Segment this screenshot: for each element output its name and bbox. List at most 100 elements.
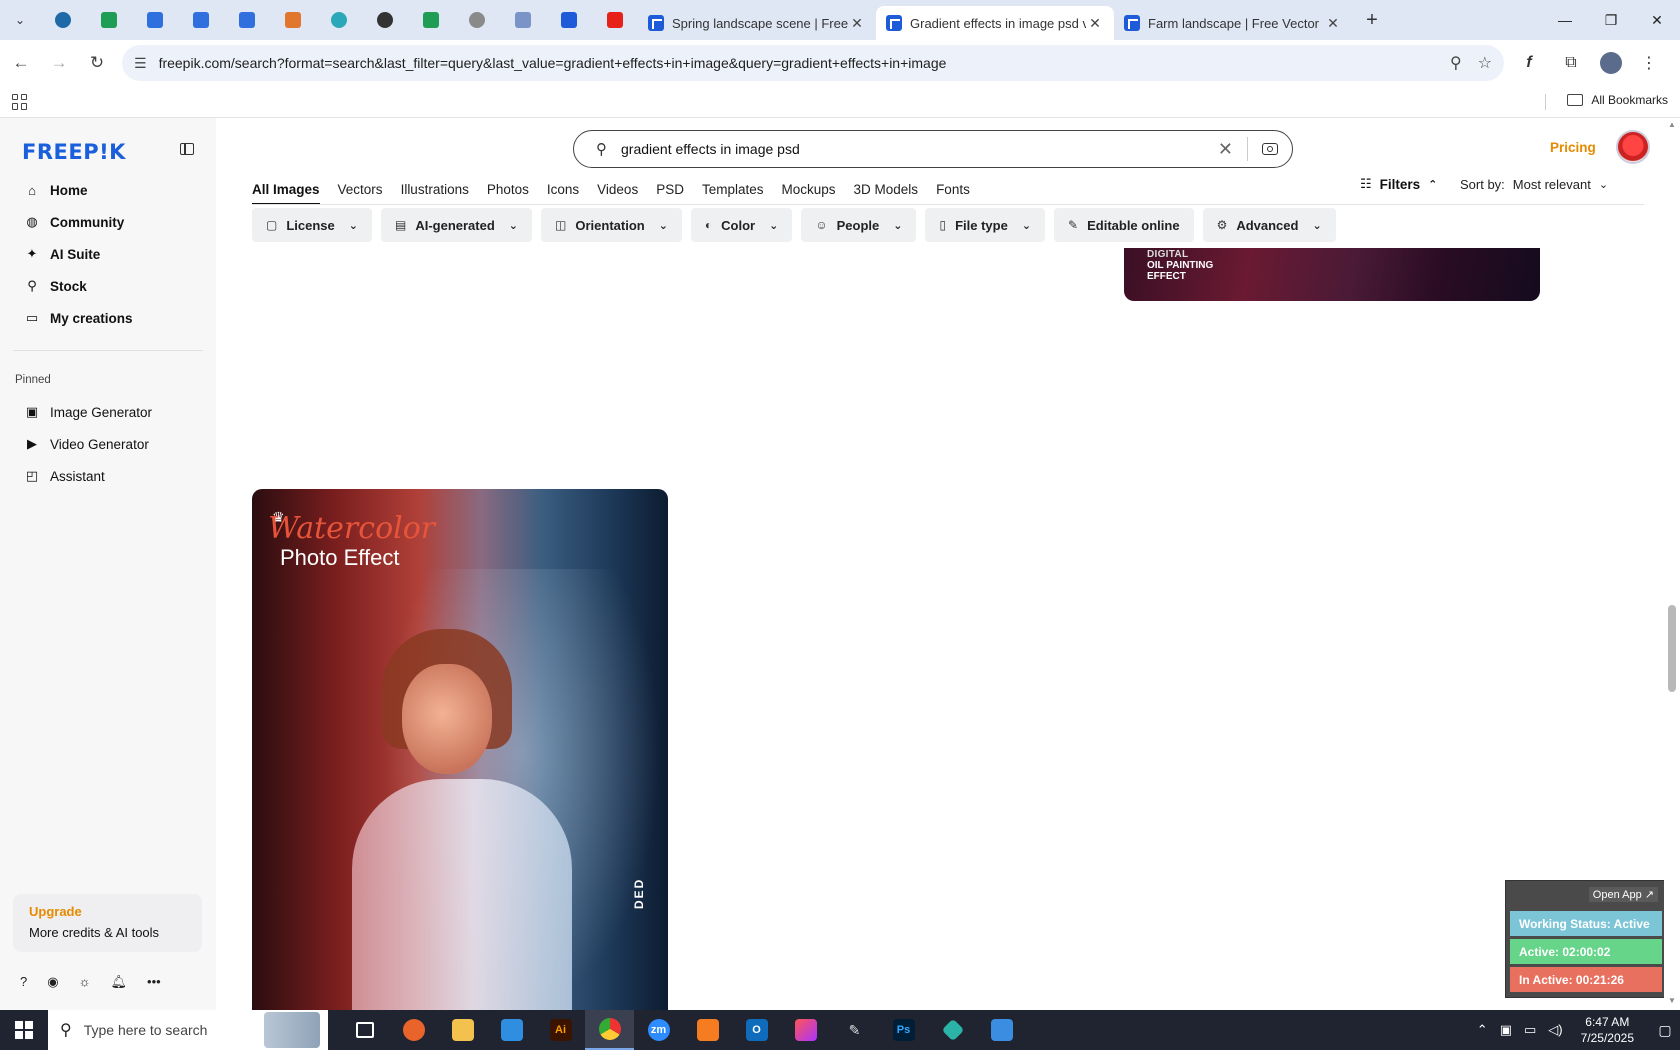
clock[interactable]: 6:47 AM 7/25/2025 [1581,1014,1634,1046]
scroll-down-icon[interactable]: ▼ [1668,996,1676,1005]
pinned-tab-sheets[interactable] [86,0,132,40]
tab-3d-models[interactable]: 3D Models [854,182,919,197]
tray-chevron-icon[interactable]: ⌃ [1477,1022,1488,1038]
pinned-tab-grid[interactable] [270,0,316,40]
chip-advanced[interactable]: ⚙ Advanced ⌄ [1202,208,1336,242]
pinned-tab-docs[interactable] [132,0,178,40]
tab-all-images[interactable]: All Images [252,182,320,205]
discord-icon[interactable]: ◉ [47,974,58,990]
page-scrollbar[interactable]: ▲ ▼ [1664,118,1680,1010]
scrollbar-thumb[interactable] [1668,605,1676,692]
tab-videos[interactable]: Videos [597,182,638,197]
extensions-puzzle-icon[interactable]: ⧉ [1554,46,1588,80]
site-settings-icon[interactable]: ☰ [134,55,147,72]
filters-button[interactable]: ☷ Filters ⌃ [1360,176,1437,192]
sidebar-item-home[interactable]: ⌂ Home [14,174,204,206]
pinned-tab-openai[interactable] [362,0,408,40]
chip-license[interactable]: ▢ License ⌄ [252,208,372,242]
chrome-menu-icon[interactable]: ⋮ [1632,46,1666,80]
firefox-icon[interactable] [389,1010,438,1050]
sort-selector[interactable]: Sort by: Most relevant ⌄ [1460,177,1608,192]
chip-editable-online[interactable]: ✎ Editable online [1054,208,1194,242]
illustrator-icon[interactable]: Ai [536,1010,585,1050]
more-dots-icon[interactable]: ••• [147,974,161,990]
result-card-watercolor[interactable]: ♛ Watercolor Photo Effect DED [252,489,668,1010]
chip-file-type[interactable]: ▯ File type ⌄ [925,208,1046,242]
close-icon[interactable]: ✕ [1086,15,1104,32]
zoom-icon[interactable]: ⚲ [1450,53,1462,73]
pinned-tab-freepik[interactable] [546,0,592,40]
back-arrow-icon[interactable]: ← [4,46,38,80]
help-icon[interactable]: ? [20,974,27,990]
freepik-logo[interactable]: FREEP!K [22,140,126,164]
sidebar-item-my-creations[interactable]: ▭ My creations [14,302,204,334]
tab-fonts[interactable]: Fonts [936,182,970,197]
network-icon[interactable]: ▭ [1524,1022,1536,1038]
tab-gradient-effects[interactable]: Gradient effects in image psd v ✕ [876,6,1114,40]
tab-templates[interactable]: Templates [702,182,764,197]
pen-tool-icon[interactable]: ✎ [830,1010,879,1050]
pinned-tab-docs-2[interactable] [178,0,224,40]
scroll-up-icon[interactable]: ▲ [1668,120,1676,129]
url-text[interactable]: freepik.com/search?format=search&last_fi… [159,55,1434,71]
open-app-button[interactable]: Open App ↗ [1588,887,1658,902]
photoshop-icon[interactable]: Ps [879,1010,928,1050]
camera-search-icon[interactable] [1262,143,1278,155]
tab-psd[interactable]: PSD [656,182,684,197]
notifications-icon[interactable]: ▢ [1650,1010,1680,1050]
chip-orientation[interactable]: ◫ Orientation ⌄ [541,208,682,242]
sidebar-item-assistant[interactable]: ◰ Assistant [14,460,204,492]
all-bookmarks-button[interactable]: All Bookmarks [1567,93,1668,107]
chip-ai-generated[interactable]: ▤ AI-generated ⌄ [380,208,533,242]
tab-photos[interactable]: Photos [487,182,529,197]
tab-mockups[interactable]: Mockups [782,182,836,197]
search-input[interactable]: gradient effects in image psd [621,141,1218,157]
tab-illustrations[interactable]: Illustrations [401,182,469,197]
font-extension-icon[interactable]: f [1512,46,1546,80]
reload-icon[interactable]: ↻ [80,46,114,80]
chrome-icon[interactable] [585,1010,634,1050]
creative-cloud-icon[interactable] [781,1010,830,1050]
restore-icon[interactable]: ❐ [1588,0,1634,40]
sidebar-item-ai-suite[interactable]: ✦ AI Suite [14,238,204,270]
sidebar-item-community[interactable]: ◍ Community [14,206,204,238]
pinned-tab-globe[interactable] [454,0,500,40]
sidebar-item-image-generator[interactable]: ▣ Image Generator [14,396,204,428]
tab-spring-landscape[interactable]: Spring landscape scene | Free V ✕ [638,6,876,40]
vscode-icon[interactable] [487,1010,536,1050]
upgrade-card[interactable]: Upgrade More credits & AI tools [13,894,202,952]
taskbar-search[interactable]: ⚲ Type here to search [48,1010,328,1050]
zoom-app-icon[interactable]: zm [634,1010,683,1050]
app-diamond-icon[interactable] [928,1010,977,1050]
volume-icon[interactable]: ◁) [1548,1022,1562,1038]
close-icon[interactable]: ✕ [848,15,866,32]
pricing-link[interactable]: Pricing [1550,140,1596,155]
file-explorer-icon[interactable] [438,1010,487,1050]
tab-icons[interactable]: Icons [547,182,579,197]
xampp-icon[interactable] [683,1010,732,1050]
pinned-tab-qr[interactable] [500,0,546,40]
window-close-icon[interactable]: ✕ [1634,0,1680,40]
clear-search-icon[interactable]: ✕ [1218,139,1233,160]
sidebar-item-video-generator[interactable]: ▶ Video Generator [14,428,204,460]
outlook-icon[interactable]: O [732,1010,781,1050]
task-view-icon[interactable] [340,1010,389,1050]
bookmark-star-icon[interactable]: ☆ [1478,53,1492,73]
close-icon[interactable]: ✕ [1324,15,1342,32]
forward-arrow-icon[interactable]: → [42,46,76,80]
new-tab-plus-icon[interactable]: + [1358,9,1386,32]
notifications-bell-icon[interactable]: 🔔︎ [111,974,128,990]
pinned-tab-app[interactable] [316,0,362,40]
apps-grid-icon[interactable] [12,93,28,110]
address-bar[interactable]: ☰ freepik.com/search?format=search&last_… [122,45,1504,81]
minimize-icon[interactable]: — [1542,0,1588,40]
tray-app-icon[interactable]: ▣ [1500,1022,1512,1038]
chip-color[interactable]: ◐ Color ⌄ [690,208,793,242]
tab-search-chevron-icon[interactable]: ⌄ [0,0,40,40]
tab-farm-landscape[interactable]: Farm landscape | Free Vector ✕ [1114,6,1352,40]
pinned-tab-docs-3[interactable] [224,0,270,40]
tab-vectors[interactable]: Vectors [338,182,383,197]
photos-app-icon[interactable] [977,1010,1026,1050]
theme-sun-icon[interactable]: ☼ [79,974,91,990]
result-card-oil-painting[interactable]: DIGITAL OIL PAINTING EFFECT [1124,248,1540,301]
